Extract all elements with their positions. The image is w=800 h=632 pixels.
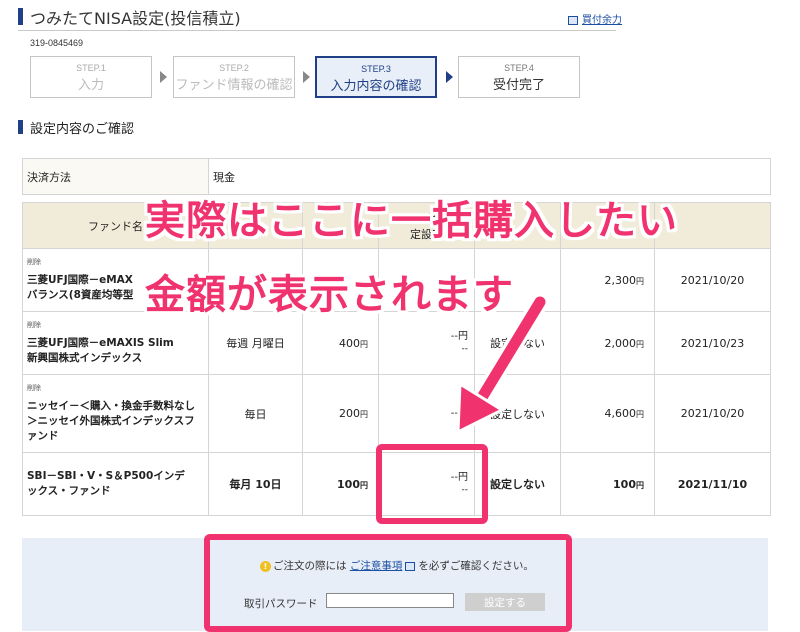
fund-name: 新興国株式インデックス — [27, 352, 143, 364]
step-number: STEP.4 — [504, 63, 534, 73]
cell-value: 100 — [613, 477, 636, 491]
step-3-current: STEP.3 入力内容の確認 — [315, 56, 437, 98]
cell-value: 2,300 — [604, 273, 637, 287]
fund-name: 三菱UFJ国際－eMAX — [27, 274, 133, 286]
table-row: 削除ニッセイ－＜購入・換金手数料なし ＞ニッセイ外国株式インデックスフ ァンド 毎日… — [22, 374, 771, 453]
fund-cell: 削除ニッセイ－＜購入・換金手数料なし ＞ニッセイ外国株式インデックスフ ァンド — [22, 374, 209, 453]
section-title: 設定内容のご確認 — [30, 122, 135, 137]
yen-unit: 円 — [360, 410, 368, 419]
date-cell: 2021/10/23 — [654, 311, 771, 375]
date-cell: 2021/10/20 — [654, 248, 771, 312]
section-accent-bar — [18, 120, 23, 134]
amount-value: 100 — [337, 477, 360, 491]
amount-cell: 200円 — [302, 374, 379, 453]
value-cell: 2,000円 — [560, 311, 655, 375]
step-number: STEP.3 — [361, 64, 391, 74]
page-title: つみたてNISA設定(投信積立) — [30, 9, 241, 28]
fund-cell: SBI－SBI・V・S＆P500インデ ックス・ファンド — [22, 452, 209, 516]
step-arrow-icon — [303, 71, 310, 83]
highlight-box-limit — [376, 444, 488, 524]
buying-power-link-label: 買付余力 — [582, 15, 622, 26]
cell-value: 4,600 — [604, 407, 637, 420]
account-number: 319-0845469 — [30, 38, 84, 48]
step-number: STEP.2 — [219, 63, 249, 73]
highlight-box-confirm — [204, 534, 572, 632]
frequency-cell: 毎月 10日 — [208, 452, 303, 516]
value-cell: 4,600円 — [560, 374, 655, 453]
fund-name: バランス(8資産均等型 — [27, 289, 134, 301]
cell-value: 2,000 — [604, 336, 637, 350]
fund-cell: 削除三菱UFJ国際－eMAXIS Slim 新興国株式インデックス — [22, 311, 209, 375]
fund-name: 三菱UFJ国際－eMAXIS Slim — [27, 337, 174, 349]
value-cell: 2,300円 — [560, 248, 655, 312]
yen-unit: 円 — [636, 339, 644, 349]
date-cell: 2021/11/10 — [654, 452, 771, 516]
step-arrow-icon — [160, 71, 167, 83]
step-label: ファンド情報の確認 — [175, 78, 293, 93]
window-icon — [568, 15, 578, 25]
step-label: 入力 — [77, 78, 104, 93]
fund-name: SBI－SBI・V・S＆P500インデ — [27, 470, 185, 482]
step-label: 入力内容の確認 — [330, 79, 422, 94]
table-row: 削除 三菱UFJ国際－eMAXIS Slim 新興国株式インデックス 毎週 月曜日 … — [22, 311, 771, 375]
buying-power-link[interactable]: 買付余力 — [568, 11, 622, 26]
step-1: STEP.1 入力 — [30, 56, 152, 98]
yen-unit: 円 — [360, 480, 368, 490]
amount-cell: 100円 — [302, 452, 379, 516]
amount-cell: 400円 — [302, 311, 379, 375]
frequency-cell: 毎日 — [208, 374, 303, 453]
annotation-text-line1: 実際はここに一括購入したい — [145, 198, 678, 244]
annotation-text-line2: 金額が表示されます — [145, 272, 514, 318]
fund-name: ァンド — [27, 430, 59, 442]
delete-link[interactable]: 削除 — [27, 383, 204, 393]
yen-unit: 円 — [636, 276, 644, 286]
title-accent-bar — [18, 8, 23, 25]
step-4: STEP.4 受付完了 — [458, 56, 580, 98]
step-2: STEP.2 ファンド情報の確認 — [173, 56, 295, 98]
amount-value: 400 — [339, 336, 360, 350]
step-number: STEP.1 — [76, 63, 106, 73]
value-cell: 100円 — [560, 452, 655, 516]
amount-value: 200 — [339, 407, 360, 420]
fund-name: ックス・ファンド — [27, 485, 111, 497]
frequency-cell: 毎週 月曜日 — [208, 311, 303, 375]
fund-name: ＞ニッセイ外国株式インデックスフ — [27, 415, 195, 427]
delete-link[interactable]: 削除 — [27, 320, 204, 330]
yen-unit: 円 — [636, 410, 644, 419]
step-label: 受付完了 — [492, 78, 545, 93]
date-cell: 2021/10/20 — [654, 374, 771, 453]
fund-name: ニッセイ－＜購入・換金手数料なし — [27, 400, 195, 412]
step-arrow-icon — [446, 71, 453, 83]
yen-unit: 円 — [360, 339, 368, 349]
yen-unit: 円 — [636, 480, 644, 490]
header-divider — [18, 30, 616, 31]
